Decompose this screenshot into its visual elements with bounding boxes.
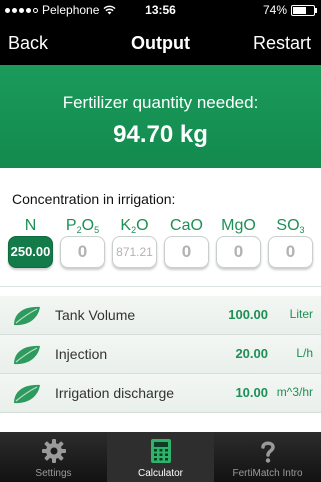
status-bar: Pelephone 13:56 74% xyxy=(0,0,321,20)
leaf-icon xyxy=(14,384,40,404)
tab-label: Calculator xyxy=(137,468,184,479)
element-list: N 250.00 P2O5 0 K2O 871.21 CaO 0 MgO 0 S… xyxy=(8,218,315,278)
row-label: Injection xyxy=(55,346,108,362)
restart-button[interactable]: Restart xyxy=(253,33,311,54)
parameter-list: Tank Volume 100.00 Liter Injection 20.00… xyxy=(0,296,321,413)
element-n[interactable]: N 250.00 xyxy=(8,218,53,268)
tab-bar: Settings Calculator FertiMatch Intro xyxy=(0,432,321,482)
tab-settings[interactable]: Settings xyxy=(0,432,107,482)
element-label: N xyxy=(24,217,37,234)
row-unit: m^3/hr xyxy=(276,385,313,399)
element-so3[interactable]: SO3 0 xyxy=(268,218,313,268)
leaf-icon xyxy=(14,306,40,326)
gear-icon xyxy=(41,439,66,463)
element-mgo[interactable]: MgO 0 xyxy=(216,218,261,268)
tab-label: Settings xyxy=(35,468,72,479)
element-value-box[interactable]: 0 xyxy=(60,236,105,268)
row-value[interactable]: 20.00 xyxy=(235,346,268,361)
element-value-box[interactable]: 250.00 xyxy=(8,236,53,268)
element-cao[interactable]: CaO 0 xyxy=(164,218,209,268)
tab-calculator[interactable]: Calculator xyxy=(107,432,214,482)
row-unit: L/h xyxy=(296,346,313,360)
element-k2o[interactable]: K2O 871.21 xyxy=(112,218,157,268)
row-value[interactable]: 10.00 xyxy=(235,385,268,400)
battery-percent: 74% xyxy=(262,3,287,17)
tab-label: FertiMatch Intro xyxy=(232,468,303,479)
row-label: Irrigation discharge xyxy=(55,385,175,401)
element-label: P2O5 xyxy=(65,217,100,236)
element-value-box[interactable]: 871.21 xyxy=(112,236,157,268)
element-label: SO3 xyxy=(276,217,305,236)
battery-icon xyxy=(291,4,317,16)
element-value-box[interactable]: 0 xyxy=(268,236,313,268)
calculator-icon xyxy=(150,439,171,463)
concentration-title: Concentration in irrigation: xyxy=(12,191,176,207)
row-value[interactable]: 100.00 xyxy=(228,307,268,322)
row-irrigation-discharge[interactable]: Irrigation discharge 10.00 m^3/hr xyxy=(0,374,321,413)
navigation-bar: Back Output Restart xyxy=(0,20,321,65)
concentration-section: Concentration in irrigation: N 250.00 P2… xyxy=(0,168,321,287)
fertilizer-quantity-value: 94.70 kg xyxy=(113,121,208,148)
fertilizer-result-panel: Fertilizer quantity needed: 94.70 kg xyxy=(0,65,321,168)
fertilizer-quantity-label: Fertilizer quantity needed: xyxy=(62,93,259,112)
question-icon xyxy=(260,441,275,463)
element-label: K2O xyxy=(120,217,149,236)
element-p2o5[interactable]: P2O5 0 xyxy=(60,218,105,268)
leaf-icon xyxy=(14,345,40,365)
element-value-box[interactable]: 0 xyxy=(164,236,209,268)
element-label: CaO xyxy=(170,217,203,234)
row-tank-volume[interactable]: Tank Volume 100.00 Liter xyxy=(0,296,321,335)
row-label: Tank Volume xyxy=(55,307,136,323)
row-unit: Liter xyxy=(289,307,313,321)
status-right: 74% xyxy=(262,3,317,17)
row-injection[interactable]: Injection 20.00 L/h xyxy=(0,335,321,374)
element-value-box[interactable]: 0 xyxy=(216,236,261,268)
tab-fertimatch-intro[interactable]: FertiMatch Intro xyxy=(214,432,321,482)
element-label: MgO xyxy=(221,217,256,234)
